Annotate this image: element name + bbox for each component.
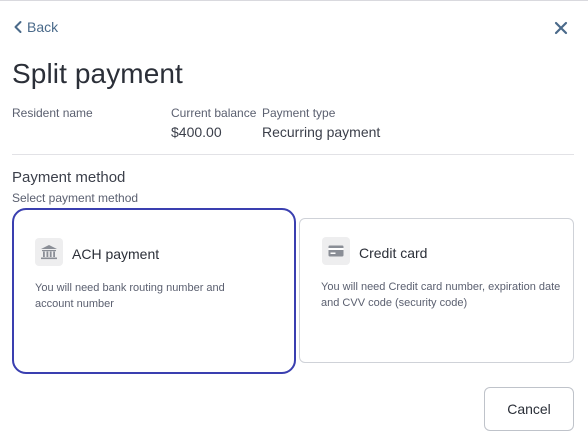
page-title: Split payment: [12, 58, 183, 89]
cancel-button[interactable]: Cancel: [484, 387, 574, 431]
payment-method-subtitle: Select payment method: [12, 191, 139, 205]
section-divider: [12, 154, 574, 155]
chevron-left-icon: [13, 20, 23, 34]
current-balance-value: $400.00: [171, 124, 222, 140]
resident-name-label: Resident name: [12, 106, 93, 120]
bank-icon: [35, 238, 63, 266]
credit-card-icon: [322, 237, 350, 265]
credit-card-description: You will need Credit card number, expira…: [321, 281, 561, 309]
credit-card-title: Credit card: [359, 245, 428, 261]
top-divider: [0, 0, 588, 1]
payment-type-value: Recurring payment: [262, 124, 381, 140]
ach-payment-card[interactable]: ACH payment You will need bank routing n…: [12, 208, 296, 374]
back-label: Back: [27, 19, 59, 35]
current-balance-label: Current balance: [171, 106, 257, 120]
payment-type-label: Payment type: [262, 106, 336, 120]
ach-payment-description: You will need bank routing number and ac…: [35, 282, 225, 310]
payment-method-title: Payment method: [12, 169, 126, 186]
ach-payment-title: ACH payment: [72, 246, 160, 262]
back-button[interactable]: Back: [13, 19, 58, 35]
close-button[interactable]: [551, 20, 571, 40]
credit-card-card[interactable]: Credit card You will need Credit card nu…: [299, 218, 574, 363]
close-icon: [554, 21, 568, 40]
